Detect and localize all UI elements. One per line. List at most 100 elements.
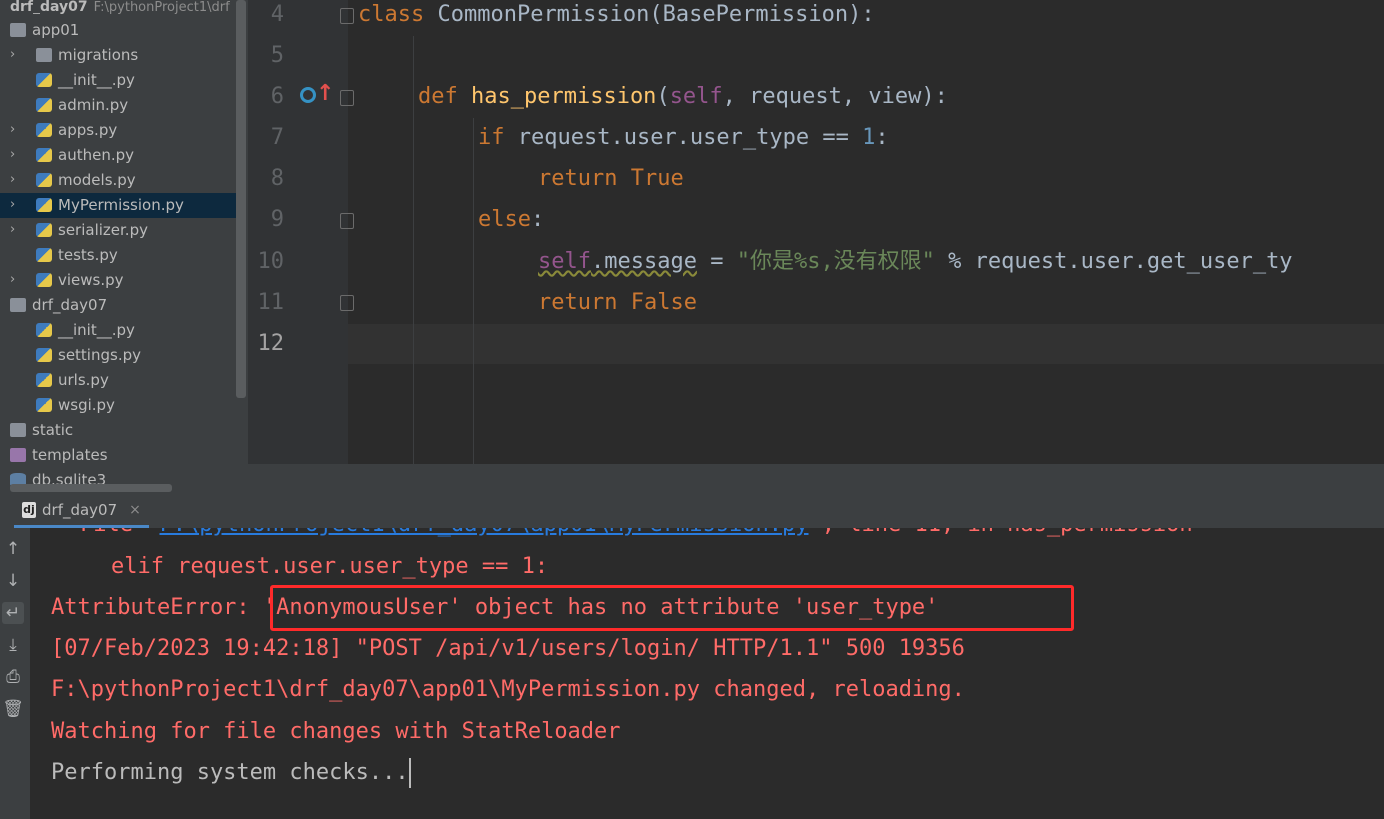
tree-item[interactable]: › serializer.py <box>0 218 236 243</box>
override-arrow-icon[interactable]: ↑ <box>316 82 334 106</box>
line-number: 10 <box>257 249 285 274</box>
tree-item[interactable]: wsgi.py <box>0 393 236 418</box>
close-icon[interactable]: × <box>129 502 141 518</box>
project-path: F:\pythonProject1\drf <box>93 0 230 15</box>
project-tree: drf_day07 F:\pythonProject1\drf app01 › mig… <box>0 0 248 494</box>
arrow-up-icon[interactable]: ↑ <box>2 538 24 560</box>
tree-item[interactable]: urls.py <box>0 368 236 393</box>
tree-item[interactable]: › models.py <box>0 168 236 193</box>
project-header[interactable]: drf_day07 F:\pythonProject1\drf <box>0 0 248 14</box>
folder-icon <box>10 23 26 37</box>
tree-item-label: wsgi.py <box>58 396 115 414</box>
run-tab-label: drf_day07 <box>42 500 118 519</box>
fold-marker-icon[interactable] <box>340 90 354 106</box>
implements-marker-icon[interactable] <box>300 87 316 103</box>
indent-guide <box>413 36 414 464</box>
code-editor[interactable]: 4 5 6 7 8 9 10 11 12 ↑ class CommonPermi… <box>248 0 1384 464</box>
tree-item[interactable]: static <box>0 418 236 443</box>
tree-item[interactable]: templates <box>0 443 236 468</box>
line-number: 7 <box>270 125 284 150</box>
console-text: ", line 11, in has_permission <box>809 528 1193 537</box>
indent-guide <box>473 118 474 464</box>
text-caret <box>408 758 411 788</box>
attribute: .message <box>590 249 697 274</box>
tree-item[interactable]: __init__.py <box>0 68 236 93</box>
tree-horizontal-scrollbar[interactable] <box>10 484 172 492</box>
tree-item[interactable]: admin.py <box>0 93 236 118</box>
code-line-7: if request.user.user_type == 1: <box>478 123 889 153</box>
tree-item-label: settings.py <box>58 346 141 364</box>
line-number: 5 <box>270 43 284 68</box>
soft-wrap-icon[interactable]: ↵ <box>2 602 24 624</box>
django-icon: dj <box>22 501 36 518</box>
run-console[interactable]: File "F:\pythonProject1\drf_day07\app01\… <box>30 528 1384 819</box>
chevron-right-icon[interactable]: › <box>10 198 22 212</box>
tree-item-label: drf_day07 <box>32 296 108 314</box>
tree-item[interactable]: drf_day07 <box>0 293 236 318</box>
chevron-right-icon[interactable]: › <box>10 273 22 287</box>
tree-item[interactable]: › apps.py <box>0 118 236 143</box>
chevron-right-icon[interactable]: › <box>10 173 22 187</box>
chevron-right-icon[interactable]: › <box>10 223 22 237</box>
trash-icon[interactable]: 🗑 <box>2 698 24 720</box>
string-literal: "你是%s,没有权限" <box>736 249 935 274</box>
scroll-to-end-icon[interactable]: ⤓ <box>2 634 24 656</box>
line-number: 4 <box>270 2 284 27</box>
folder-icon <box>10 423 26 437</box>
tree-item[interactable]: › authen.py <box>0 143 236 168</box>
chevron-right-icon[interactable]: › <box>10 148 22 162</box>
punctuation: ( <box>656 84 670 109</box>
console-line: elif request.user.user_type == 1: <box>111 554 549 579</box>
tree-item[interactable]: settings.py <box>0 343 236 368</box>
print-icon[interactable]: ⎙ <box>2 666 24 688</box>
python-file-icon <box>36 348 52 362</box>
tree-item[interactable]: app01 <box>0 18 236 43</box>
python-file-icon <box>36 223 52 237</box>
code-line-10: self.message = "你是%s,没有权限" % request.use… <box>538 247 1293 277</box>
tree-item-label: urls.py <box>58 371 109 389</box>
tree-item-label: static <box>32 421 74 439</box>
fold-marker-icon[interactable] <box>340 213 354 229</box>
code-line-4: class CommonPermission(BasePermission): <box>358 0 875 30</box>
tree-item-label: MyPermission.py <box>58 196 184 214</box>
python-file-icon <box>36 373 52 387</box>
python-file-icon <box>36 73 52 87</box>
tree-item-label: tests.py <box>58 246 118 264</box>
file-link[interactable]: F:\pythonProject1\drf_day07\app01\MyPerm… <box>159 528 808 537</box>
punctuation: : <box>875 125 889 150</box>
console-text: Performing system checks... <box>51 760 409 785</box>
tree-item-label: authen.py <box>58 146 134 164</box>
code-line-11: return False <box>538 290 697 315</box>
tree-item[interactable]: › views.py <box>0 268 236 293</box>
tree-item[interactable]: tests.py <box>0 243 236 268</box>
tree-item-label: migrations <box>58 46 139 64</box>
tree-item-label: app01 <box>32 21 80 39</box>
tree-item-label: serializer.py <box>58 221 148 239</box>
class-declaration: CommonPermission(BasePermission): <box>424 2 875 27</box>
folder-icon <box>36 48 52 62</box>
python-file-icon <box>36 398 52 412</box>
chevron-right-icon[interactable]: › <box>10 123 22 137</box>
line-number: 8 <box>270 166 284 191</box>
expression: % request.user.get_user_ty <box>934 249 1293 274</box>
run-tab-drf-day07[interactable]: dj drf_day07 × <box>14 494 149 528</box>
arrow-down-icon[interactable]: ↓ <box>2 570 24 592</box>
tree-item[interactable]: › migrations <box>0 43 236 68</box>
keyword: def <box>418 84 458 109</box>
tree-item[interactable]: __init__.py <box>0 318 236 343</box>
tree-item-label: models.py <box>58 171 136 189</box>
keyword: class <box>358 2 425 27</box>
tree-item-label: admin.py <box>58 96 129 114</box>
code-line-6: def has_permission(self, request, view): <box>418 82 948 112</box>
annotation-highlight-box <box>270 585 1074 631</box>
tree-item-label: __init__.py <box>58 321 135 339</box>
line-number: 11 <box>257 290 285 315</box>
tree-item[interactable]: › MyPermission.py <box>0 193 236 218</box>
console-line-partial: File "F:\pythonProject1\drf_day07\app01\… <box>80 528 1193 540</box>
editor-bottom-bar <box>248 464 1384 494</box>
fold-marker-icon[interactable] <box>340 8 354 24</box>
fold-marker-icon[interactable] <box>340 295 354 311</box>
tree-item-label: __init__.py <box>58 71 135 89</box>
tree-vertical-scrollbar[interactable] <box>236 0 246 398</box>
chevron-right-icon[interactable]: › <box>10 48 22 62</box>
